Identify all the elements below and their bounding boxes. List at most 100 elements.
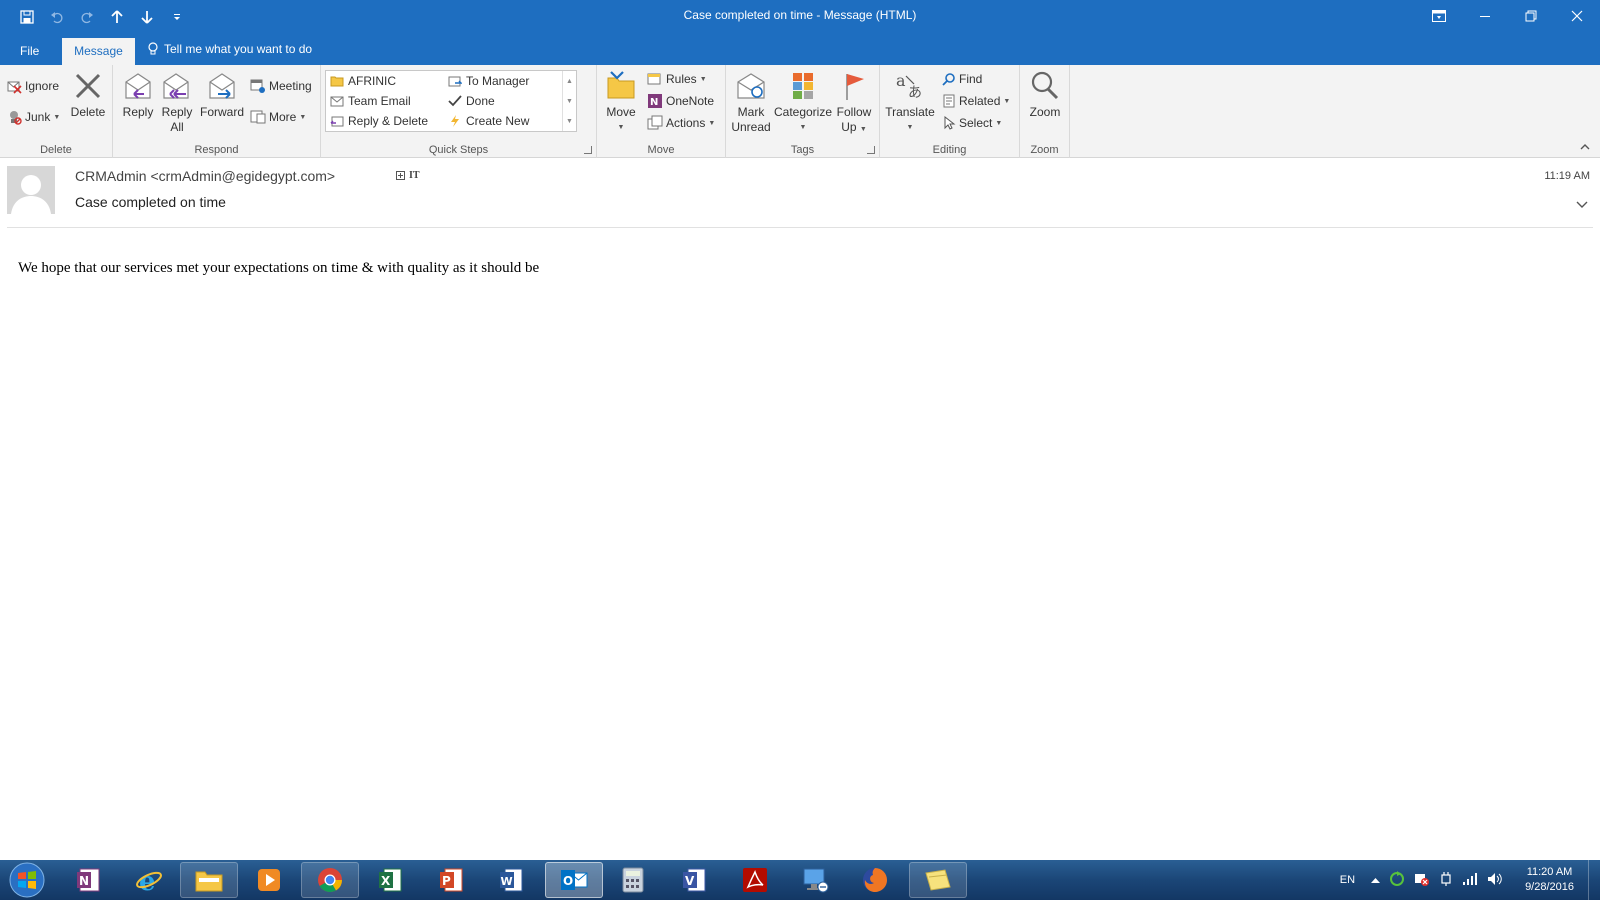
more-icon bbox=[250, 110, 266, 124]
quick-step-done[interactable]: Done bbox=[448, 94, 495, 108]
taskbar-acrobat[interactable] bbox=[726, 862, 784, 898]
quick-step-afrinic[interactable]: AFRINIC bbox=[330, 74, 396, 88]
quick-steps-scrollbar[interactable]: ▲ ▼ ▼ bbox=[562, 71, 576, 131]
expand-header-icon[interactable] bbox=[1576, 198, 1588, 212]
language-indicator[interactable]: EN bbox=[1340, 874, 1355, 886]
mark-unread-label-1: Mark bbox=[737, 105, 765, 119]
reply-button[interactable]: Reply bbox=[119, 69, 157, 120]
taskbar-visio[interactable]: V bbox=[665, 862, 723, 898]
scroll-up-icon[interactable]: ▲ bbox=[563, 71, 576, 91]
tell-me-text: Tell me what you want to do bbox=[164, 42, 313, 56]
quick-steps-group: AFRINIC Team Email Reply & Delete To Man… bbox=[321, 65, 597, 158]
reply-delete-icon bbox=[330, 116, 344, 127]
restore-icon[interactable] bbox=[1508, 0, 1554, 32]
taskbar-chrome[interactable] bbox=[301, 862, 359, 898]
zoom-button[interactable]: Zoom bbox=[1024, 69, 1066, 120]
security-alert-icon[interactable] bbox=[1414, 871, 1430, 890]
sync-icon[interactable] bbox=[1389, 870, 1405, 890]
scroll-down-icon[interactable]: ▼ bbox=[563, 91, 576, 111]
taskbar-sticky-notes[interactable] bbox=[909, 862, 967, 898]
network-signal-icon[interactable] bbox=[1462, 872, 1478, 889]
mail-icon bbox=[330, 96, 344, 107]
received-time: 11:19 AM bbox=[1544, 170, 1590, 182]
sender[interactable]: CRMAdmin <crmAdmin@egidegypt.com> bbox=[75, 168, 335, 184]
taskbar-word[interactable]: W bbox=[482, 862, 540, 898]
mark-unread-button[interactable]: Mark Unread bbox=[730, 69, 772, 135]
delete-button[interactable]: Delete bbox=[67, 69, 109, 120]
actions-button[interactable]: Actions ▼ bbox=[647, 113, 715, 133]
related-label: Related bbox=[959, 94, 1001, 108]
tab-file[interactable]: File bbox=[8, 38, 51, 65]
group-label-quick-steps: Quick Steps bbox=[428, 144, 489, 156]
gallery-expand-icon[interactable]: ▼ bbox=[563, 111, 576, 131]
show-hidden-icons-icon[interactable] bbox=[1371, 874, 1381, 886]
reply-all-button[interactable]: Reply All bbox=[157, 69, 197, 135]
translate-button[interactable]: aあ Translate ▼ bbox=[884, 69, 936, 135]
collapse-ribbon-icon[interactable] bbox=[1580, 142, 1590, 153]
close-icon[interactable] bbox=[1554, 0, 1600, 32]
reply-icon bbox=[121, 69, 155, 103]
flag-icon bbox=[837, 69, 871, 103]
taskbar-remote-desktop[interactable] bbox=[786, 862, 844, 898]
find-button[interactable]: Find bbox=[942, 69, 982, 89]
forward-button[interactable]: Forward bbox=[199, 69, 245, 120]
minimize-icon[interactable] bbox=[1462, 0, 1508, 32]
taskbar-excel[interactable]: X bbox=[361, 862, 419, 898]
select-button[interactable]: Select ▼ bbox=[942, 113, 1002, 133]
categorize-button[interactable]: Categorize ▼ bbox=[774, 69, 832, 135]
quick-step-reply-delete[interactable]: Reply & Delete bbox=[330, 114, 428, 128]
tab-message[interactable]: Message bbox=[62, 38, 135, 65]
onenote-label: OneNote bbox=[666, 94, 715, 108]
reply-all-icon bbox=[160, 69, 194, 103]
svg-text:P: P bbox=[442, 874, 451, 888]
quick-step-to-manager[interactable]: To Manager bbox=[448, 74, 529, 88]
move-button[interactable]: Move ▼ bbox=[603, 69, 639, 135]
chevron-down-icon: ▼ bbox=[699, 75, 707, 83]
rules-button[interactable]: Rules ▼ bbox=[647, 69, 707, 89]
rules-icon bbox=[647, 73, 661, 85]
quick-step-team-email[interactable]: Team Email bbox=[330, 94, 411, 108]
mark-unread-label-2: Unread bbox=[731, 120, 771, 134]
start-button[interactable] bbox=[4, 861, 50, 899]
dialog-launcher-icon[interactable] bbox=[867, 146, 875, 154]
ribbon-tabs: File Message Tell me what you want to do bbox=[0, 34, 1600, 65]
taskbar-onenote[interactable]: N bbox=[59, 862, 117, 898]
more-respond-button[interactable]: More ▼ bbox=[250, 107, 306, 127]
junk-button[interactable]: Junk ▼ bbox=[6, 107, 60, 127]
meeting-button[interactable]: Meeting bbox=[250, 76, 312, 96]
taskbar-calculator[interactable] bbox=[604, 862, 662, 898]
taskbar-outlook[interactable]: O bbox=[545, 862, 603, 898]
tray-icons bbox=[1371, 870, 1503, 890]
tray-clock[interactable]: 11:20 AM 9/28/2016 bbox=[1525, 865, 1574, 895]
taskbar-powerpoint[interactable]: P bbox=[422, 862, 480, 898]
group-label-tags: Tags bbox=[790, 144, 815, 156]
lightning-icon bbox=[451, 115, 459, 127]
svg-text:V: V bbox=[685, 874, 695, 888]
show-desktop-button[interactable] bbox=[1588, 860, 1600, 900]
category-tag[interactable]: IT bbox=[396, 170, 420, 181]
taskbar-firefox[interactable] bbox=[846, 862, 904, 898]
tell-me-box[interactable]: Tell me what you want to do bbox=[148, 42, 312, 56]
move-group: Move ▼ Rules ▼ N OneNote Actions ▼ Move bbox=[597, 65, 726, 158]
forward-label: Forward bbox=[199, 105, 244, 119]
find-icon bbox=[942, 73, 955, 86]
follow-up-label-1: Follow bbox=[836, 105, 872, 119]
taskbar: N e X P W O V EN 11:20 AM 9/28/2016 bbox=[0, 860, 1600, 900]
taskbar-media-player[interactable] bbox=[240, 862, 298, 898]
ignore-button[interactable]: Ignore bbox=[6, 76, 59, 96]
taskbar-file-explorer[interactable] bbox=[180, 862, 238, 898]
svg-text:a: a bbox=[896, 71, 906, 90]
translate-label: Translate bbox=[885, 105, 935, 119]
volume-icon[interactable] bbox=[1487, 872, 1503, 889]
quick-step-label: Team Email bbox=[348, 94, 411, 108]
ribbon-display-options-icon[interactable] bbox=[1416, 0, 1462, 32]
meeting-icon bbox=[250, 79, 265, 93]
dialog-launcher-icon[interactable] bbox=[584, 146, 592, 154]
chevron-down-icon: ▼ bbox=[1003, 97, 1011, 105]
follow-up-button[interactable]: Follow Up ▼ bbox=[834, 69, 874, 137]
taskbar-internet-explorer[interactable]: e bbox=[120, 862, 178, 898]
quick-step-create-new[interactable]: Create New bbox=[448, 114, 529, 128]
power-plug-icon[interactable] bbox=[1439, 871, 1453, 890]
onenote-button[interactable]: N OneNote bbox=[647, 91, 714, 111]
related-button[interactable]: Related ▼ bbox=[942, 91, 1010, 111]
